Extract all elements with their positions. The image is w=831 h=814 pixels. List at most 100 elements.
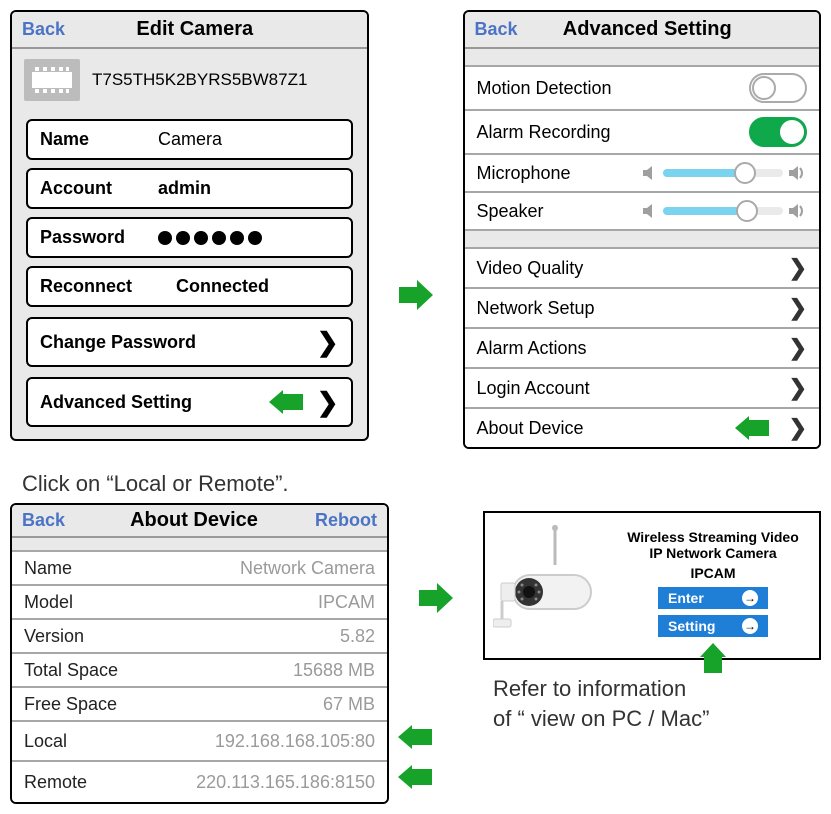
change-password-label: Change Password: [40, 332, 196, 353]
arrow-right-icon: →: [742, 590, 758, 606]
about-name-value: Network Camera: [240, 558, 375, 579]
about-model-label: Model: [24, 592, 318, 613]
hint-arrow-icon: [398, 725, 432, 749]
login-account-row[interactable]: Login Account ❯: [465, 369, 820, 409]
advanced-setting-panel: Back Advanced Setting Motion Detection A…: [463, 10, 822, 449]
about-remote-value: 220.113.165.186:8150: [196, 772, 375, 793]
back-button[interactable]: Back: [22, 19, 65, 40]
alarm-actions-label: Alarm Actions: [477, 338, 789, 359]
hint-arrow-icon: [398, 765, 432, 789]
speaker-label: Speaker: [477, 201, 644, 222]
setting-button[interactable]: Setting →: [658, 615, 768, 637]
about-local-label: Local: [24, 731, 215, 752]
alarm-recording-toggle[interactable]: [749, 117, 807, 147]
about-model-row: Model IPCAM: [12, 586, 387, 620]
flow-arrow-icon: [399, 280, 433, 310]
reconnect-label: Reconnect: [40, 276, 158, 297]
setting-button-label: Setting: [668, 618, 715, 634]
account-value: admin: [158, 178, 211, 199]
refer-line1: Refer to information: [493, 674, 709, 704]
motion-toggle[interactable]: [749, 73, 807, 103]
device-id-row: T7S5TH5K2BYRS5BW87Z1: [12, 49, 367, 111]
volume-high-icon: [789, 165, 807, 181]
alarm-recording-label: Alarm Recording: [477, 122, 750, 143]
back-button[interactable]: Back: [475, 19, 518, 40]
password-label: Password: [40, 227, 158, 248]
alarm-recording-row[interactable]: Alarm Recording: [465, 111, 820, 155]
chevron-right-icon: ❯: [789, 255, 807, 281]
page-title: Edit Camera: [73, 18, 356, 41]
hint-arrow-icon: [700, 643, 726, 673]
password-field[interactable]: Password: [26, 217, 353, 258]
about-free-space-label: Free Space: [24, 694, 323, 715]
about-model-value: IPCAM: [318, 592, 375, 613]
account-field[interactable]: Account admin: [26, 168, 353, 209]
about-free-space-value: 67 MB: [323, 694, 375, 715]
about-device-row[interactable]: About Device ❯: [465, 409, 820, 447]
volume-low-icon: [643, 165, 657, 181]
section-separator: [465, 49, 820, 67]
about-total-space-label: Total Space: [24, 660, 293, 681]
speaker-slider[interactable]: [663, 207, 783, 215]
login-account-label: Login Account: [477, 378, 789, 399]
enter-button[interactable]: Enter →: [658, 587, 768, 609]
edit-camera-panel: Back Edit Camera: [10, 10, 369, 441]
about-free-space-row: Free Space 67 MB: [12, 688, 387, 722]
about-device-label: About Device: [477, 418, 735, 439]
speaker-row[interactable]: Speaker: [465, 193, 820, 231]
about-version-value: 5.82: [340, 626, 375, 647]
chevron-right-icon: ❯: [789, 295, 807, 321]
about-version-label: Version: [24, 626, 340, 647]
reboot-button[interactable]: Reboot: [315, 510, 377, 531]
instruction-text: Click on “Local or Remote”.: [22, 471, 821, 497]
web-ui-panel: Wireless Streaming Video IP Network Came…: [483, 511, 821, 660]
arrow-right-icon: →: [742, 618, 758, 634]
about-total-space-value: 15688 MB: [293, 660, 375, 681]
alarm-actions-row[interactable]: Alarm Actions ❯: [465, 329, 820, 369]
microphone-label: Microphone: [477, 163, 644, 184]
password-mask: [158, 231, 262, 245]
flow-arrow-icon: [419, 583, 453, 613]
name-field[interactable]: Name Camera: [26, 119, 353, 160]
volume-low-icon: [643, 203, 657, 219]
microphone-slider[interactable]: [663, 169, 783, 177]
reconnect-field[interactable]: Reconnect Connected: [26, 266, 353, 307]
motion-detection-row[interactable]: Motion Detection: [465, 67, 820, 111]
about-local-value: 192.168.168.105:80: [215, 731, 375, 752]
advanced-setting-label: Advanced Setting: [40, 392, 192, 413]
video-quality-row[interactable]: Video Quality ❯: [465, 249, 820, 289]
volume-high-icon: [789, 203, 807, 219]
page-title: About Device: [73, 509, 315, 532]
name-label: Name: [40, 129, 158, 150]
about-name-row: Name Network Camera: [12, 552, 387, 586]
about-remote-row[interactable]: Remote 220.113.165.186:8150: [12, 762, 387, 802]
enter-button-label: Enter: [668, 590, 704, 606]
hint-arrow-icon: [735, 416, 769, 440]
refer-line2: of “ view on PC / Mac”: [493, 704, 709, 734]
microphone-row[interactable]: Microphone: [465, 155, 820, 193]
reconnect-value: Connected: [176, 276, 269, 297]
name-value: Camera: [158, 129, 222, 150]
motion-label: Motion Detection: [477, 78, 750, 99]
network-setup-row[interactable]: Network Setup ❯: [465, 289, 820, 329]
advanced-header: Back Advanced Setting: [465, 12, 820, 49]
device-id-text: T7S5TH5K2BYRS5BW87Z1: [92, 70, 307, 90]
section-separator: [12, 538, 387, 552]
film-icon: [24, 59, 80, 101]
about-device-header: Back About Device Reboot: [12, 505, 387, 538]
chevron-right-icon: ❯: [789, 375, 807, 401]
advanced-setting-row[interactable]: Advanced Setting ❯: [26, 377, 353, 427]
change-password-row[interactable]: Change Password ❯: [26, 317, 353, 367]
chevron-right-icon: ❯: [789, 335, 807, 361]
section-separator: [465, 231, 820, 249]
hint-arrow-icon: [269, 390, 303, 414]
about-name-label: Name: [24, 558, 240, 579]
about-local-row[interactable]: Local 192.168.168.105:80: [12, 722, 387, 762]
camera-illustration: [493, 525, 613, 640]
account-label: Account: [40, 178, 158, 199]
page-title: Advanced Setting: [526, 18, 809, 41]
about-total-space-row: Total Space 15688 MB: [12, 654, 387, 688]
about-version-row: Version 5.82: [12, 620, 387, 654]
back-button[interactable]: Back: [22, 510, 65, 531]
network-setup-label: Network Setup: [477, 298, 789, 319]
